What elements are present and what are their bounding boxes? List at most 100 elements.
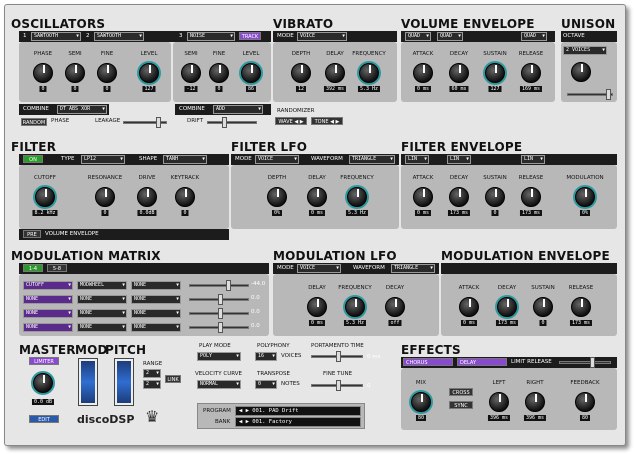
mm-row-1-amount-source-select[interactable]: NONE — [77, 295, 127, 304]
mm-row-3-destination-select[interactable]: NONE — [131, 323, 181, 332]
pitch-range-up-select[interactable]: 2 — [143, 369, 161, 378]
filter-on-button[interactable]: ON — [23, 155, 43, 163]
vibrato-mode-select[interactable]: VOICE — [297, 32, 347, 41]
fenv-4-knob[interactable] — [575, 187, 595, 207]
unison-spread-thumb[interactable] — [606, 89, 611, 100]
fenv-attack-curve-select[interactable]: LIN — [405, 155, 429, 164]
randomize-tone-button[interactable]: TONE ◀ ▶ — [311, 117, 343, 125]
filter-lfo-mode-select[interactable]: VOICE — [255, 155, 299, 164]
osc12-combine-select[interactable]: DT ABS XOR — [57, 105, 107, 114]
mm-row-3-amount-slider[interactable] — [189, 322, 249, 333]
unison-spread-slider[interactable] — [567, 89, 613, 100]
menv-2-knob[interactable] — [533, 297, 553, 317]
mlfo-1-knob[interactable] — [345, 297, 365, 317]
mm-row-2-destination-select[interactable]: NONE — [131, 309, 181, 318]
mm-tab-5-8[interactable]: 5-8 — [47, 264, 67, 272]
filter-lfo-2-knob[interactable] — [347, 187, 367, 207]
mm-row-0-amount-source-select[interactable]: MODWHEEL — [77, 281, 127, 290]
mm-row-3-amount-thumb[interactable] — [218, 322, 223, 333]
mm-row-3-amount-source-select[interactable]: NONE — [77, 323, 127, 332]
filter-pre-button[interactable]: PRE — [23, 230, 41, 238]
track-button[interactable]: TRACK — [239, 32, 261, 40]
drift-thumb[interactable] — [222, 117, 227, 128]
fenv-3-knob[interactable] — [521, 187, 541, 207]
mm-tab-1-4[interactable]: 1-4 — [23, 264, 43, 272]
filter-lfo-waveform-select[interactable]: TRIANGLE — [349, 155, 395, 164]
delay-button[interactable]: DELAY — [457, 358, 507, 366]
osc-5-knob[interactable] — [209, 63, 229, 83]
mm-row-2-source-select[interactable]: NONE — [23, 309, 73, 318]
venv-2-knob[interactable] — [485, 63, 505, 83]
mm-row-1-source-select[interactable]: NONE — [23, 295, 73, 304]
mm-row-1-amount-slider[interactable] — [189, 294, 249, 305]
fine-tune-slider[interactable] — [311, 380, 363, 391]
vibrato-0-knob[interactable] — [291, 63, 311, 83]
osc3-waveform-select[interactable]: NOISE — [187, 32, 235, 41]
mm-row-0-amount-slider[interactable] — [189, 280, 249, 291]
osc-2-knob[interactable] — [97, 63, 117, 83]
filter-shape-select[interactable]: TANH — [163, 155, 207, 164]
fenv-1-knob[interactable] — [449, 187, 469, 207]
osc1-waveform-select[interactable]: SAWTOOTH — [31, 32, 81, 41]
pitch-link-button[interactable]: LINK — [165, 375, 181, 383]
fx-2-knob[interactable] — [525, 392, 545, 412]
mm-row-0-amount-thumb[interactable] — [226, 280, 231, 291]
fenv-0-knob[interactable] — [413, 187, 433, 207]
portamento-slider[interactable] — [311, 351, 363, 362]
bank-arrows-icon[interactable]: ◀ ▶ — [239, 419, 252, 425]
drift-slider[interactable] — [207, 117, 257, 128]
mod-wheel[interactable] — [78, 358, 98, 406]
fx-3-knob[interactable] — [575, 392, 595, 412]
random-phase-button[interactable]: RANDOM — [21, 118, 47, 126]
filter-0-knob[interactable] — [35, 187, 55, 207]
osc3-combine-select[interactable]: ADD — [213, 105, 263, 114]
venv-0-knob[interactable] — [413, 63, 433, 83]
chorus-button[interactable]: CHORUS — [403, 358, 453, 366]
limit-release-thumb[interactable] — [590, 357, 595, 368]
osc-4-knob[interactable] — [181, 63, 201, 83]
mm-row-1-amount-thumb[interactable] — [218, 294, 223, 305]
mm-row-0-destination-select[interactable]: NONE — [131, 281, 181, 290]
limiter-button[interactable]: LIMITER — [29, 357, 59, 365]
mlfo-0-knob[interactable] — [307, 297, 327, 317]
mlfo-mode-select[interactable]: VOICE — [297, 264, 341, 273]
edit-button[interactable]: EDIT — [29, 415, 59, 423]
fx-0-knob[interactable] — [411, 392, 431, 412]
program-display[interactable]: ◀ ▶ 001. PAD Drift — [235, 406, 361, 416]
play-mode-select[interactable]: POLY — [197, 352, 241, 361]
fx-1-knob[interactable] — [489, 392, 509, 412]
unison-voices-select[interactable]: 2 VOICES — [563, 46, 607, 55]
randomize-wave-button[interactable]: WAVE ◀ ▶ — [275, 117, 307, 125]
vibrato-1-knob[interactable] — [325, 63, 345, 83]
mm-row-1-destination-select[interactable]: NONE — [131, 295, 181, 304]
venv-attack-curve-select[interactable]: QUAD — [405, 32, 431, 41]
unison-detune-knob[interactable] — [571, 62, 591, 82]
mm-row-3-source-select[interactable]: NONE — [23, 323, 73, 332]
master-volume-knob[interactable] — [33, 373, 53, 393]
mm-row-2-amount-thumb[interactable] — [218, 308, 223, 319]
transpose-select[interactable]: 0 — [255, 380, 277, 389]
program-arrows-icon[interactable]: ◀ ▶ — [239, 408, 252, 414]
filter-lfo-1-knob[interactable] — [307, 187, 327, 207]
leakage-thumb[interactable] — [156, 117, 161, 128]
mm-row-2-amount-slider[interactable] — [189, 308, 249, 319]
menv-3-knob[interactable] — [571, 297, 591, 317]
mlfo-2-knob[interactable] — [385, 297, 405, 317]
polyphony-select[interactable]: 16 — [255, 352, 277, 361]
fenv-release-curve-select[interactable]: LIN — [521, 155, 545, 164]
pitch-range-down-select[interactable]: 2 — [143, 380, 161, 389]
bank-display[interactable]: ◀ ▶ 001. Factory — [235, 417, 361, 427]
filter-2-knob[interactable] — [137, 187, 157, 207]
mlfo-waveform-select[interactable]: TRIANGLE — [391, 264, 435, 273]
filter-lfo-0-knob[interactable] — [267, 187, 287, 207]
osc2-waveform-select[interactable]: SAWTOOTH — [94, 32, 144, 41]
filter-type-select[interactable]: LP12 — [81, 155, 125, 164]
osc-6-knob[interactable] — [241, 63, 261, 83]
limit-release-slider[interactable] — [559, 357, 611, 368]
cross-button[interactable]: CROSS — [449, 388, 473, 396]
venv-1-knob[interactable] — [449, 63, 469, 83]
filter-3-knob[interactable] — [175, 187, 195, 207]
leakage-slider[interactable] — [123, 117, 167, 128]
venv-release-curve-select[interactable]: QUAD — [521, 32, 547, 41]
osc-3-knob[interactable] — [139, 63, 159, 83]
